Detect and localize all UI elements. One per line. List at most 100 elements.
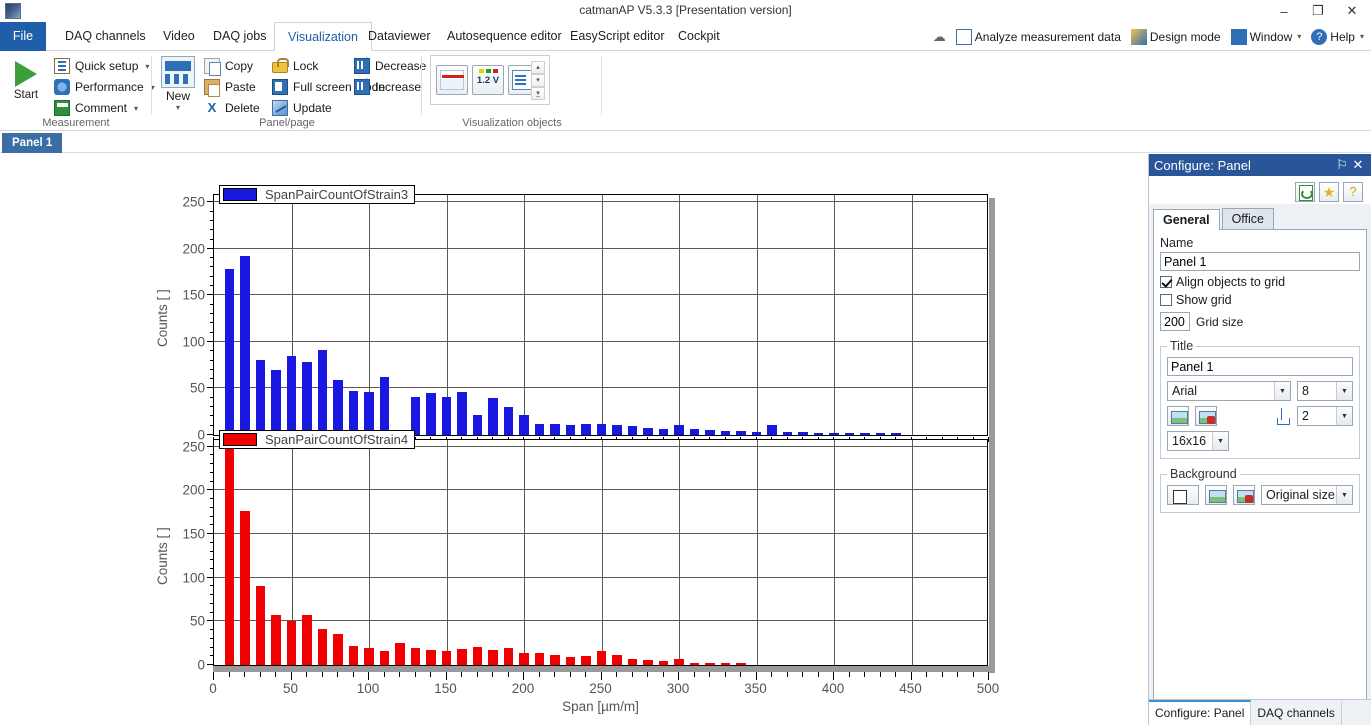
grid-size-input[interactable] bbox=[1160, 312, 1190, 331]
close-button[interactable]: ✕ bbox=[1335, 0, 1369, 22]
legend[interactable]: SpanPairCountOfStrain4 bbox=[219, 430, 416, 449]
x-axis-minor-tick bbox=[647, 672, 648, 677]
x-axis-minor-tick bbox=[693, 672, 695, 677]
quick-setup-button[interactable]: Quick setup ▾ bbox=[52, 56, 150, 76]
align-objects-checkbox[interactable] bbox=[1160, 276, 1172, 288]
digital-display-object-button[interactable]: 1.2 V bbox=[472, 65, 504, 95]
performance-icon bbox=[54, 79, 70, 95]
tab-file[interactable]: File bbox=[0, 22, 46, 51]
show-grid-row[interactable]: Show grid bbox=[1160, 293, 1360, 307]
update-button[interactable]: Update bbox=[270, 98, 390, 118]
graph-object-button[interactable] bbox=[436, 65, 468, 95]
show-grid-checkbox[interactable] bbox=[1160, 294, 1172, 306]
comment-button[interactable]: Comment ▾ bbox=[52, 98, 150, 118]
gridline-vertical bbox=[446, 440, 448, 665]
tab-dataviewer[interactable]: Dataviewer bbox=[355, 22, 444, 51]
background-image-remove-button[interactable] bbox=[1233, 485, 1255, 505]
chevron-down-icon: ▾ bbox=[1297, 32, 1302, 41]
tab-autosequence-editor[interactable]: Autosequence editor bbox=[434, 22, 575, 51]
tab-office[interactable]: Office bbox=[1221, 208, 1274, 229]
gallery-scroll-down-icon[interactable]: ▾ bbox=[531, 74, 545, 87]
performance-button[interactable]: Performance ▾ bbox=[52, 77, 155, 97]
gallery-scroll-buttons: ▴ ▾ ▾̲ bbox=[531, 61, 545, 100]
delete-button[interactable]: X Delete bbox=[202, 98, 264, 118]
gallery-expand-icon[interactable]: ▾̲ bbox=[531, 87, 545, 100]
title-image-button[interactable] bbox=[1167, 406, 1189, 426]
bar bbox=[705, 663, 715, 665]
help-menu-button[interactable]: ? Help ▾ bbox=[1308, 28, 1367, 45]
bottom-tab-daq-channels[interactable]: DAQ channels bbox=[1251, 702, 1342, 725]
gallery-scroll-up-icon[interactable]: ▴ bbox=[531, 61, 545, 74]
title-font-row: Arial ▼ 8 ▼ bbox=[1167, 381, 1353, 401]
led-indicators-icon bbox=[479, 69, 498, 73]
lock-label: Lock bbox=[293, 59, 319, 73]
tab-general[interactable]: General bbox=[1153, 209, 1220, 230]
paste-label: Paste bbox=[225, 80, 256, 94]
name-input[interactable] bbox=[1160, 252, 1360, 271]
y-axis-tick-label: 0 bbox=[197, 657, 205, 673]
window-title: catmanAP V5.3.3 [Presentation version] bbox=[579, 3, 792, 17]
tab-cockpit[interactable]: Cockpit bbox=[665, 22, 733, 51]
ribbon-group-measurement: Start Quick setup ▾ Performance ▾ Commen… bbox=[0, 51, 155, 131]
favorite-button[interactable]: ★ bbox=[1319, 181, 1339, 202]
bar bbox=[550, 654, 560, 665]
window-title-bar: catmanAP V5.3.3 [Presentation version] –… bbox=[0, 0, 1371, 22]
bar bbox=[271, 615, 281, 665]
window-menu-button[interactable]: Window ▾ bbox=[1228, 28, 1305, 45]
font-size-select[interactable]: 8 ▼ bbox=[1297, 381, 1353, 401]
analyze-icon bbox=[955, 28, 972, 45]
x-axis-minor-tick bbox=[352, 672, 354, 677]
play-icon bbox=[15, 61, 37, 87]
minimize-button[interactable]: – bbox=[1267, 0, 1301, 22]
x-axis-minor-tick bbox=[228, 672, 230, 677]
increase-icon bbox=[354, 76, 370, 95]
x-axis-minor-tick bbox=[430, 672, 431, 677]
icon-size-select[interactable]: 16x16 ▼ bbox=[1167, 431, 1229, 451]
analyze-measurement-data-button[interactable]: Analyze measurement data bbox=[953, 28, 1124, 45]
gridline-horizontal bbox=[214, 620, 987, 622]
start-button[interactable]: Start bbox=[6, 55, 46, 101]
design-mode-button[interactable]: Design mode bbox=[1128, 28, 1224, 45]
x-axis-minor-tick bbox=[554, 672, 555, 677]
comment-label: Comment bbox=[75, 101, 128, 115]
bottom-tab-configure-panel[interactable]: Configure: Panel bbox=[1149, 700, 1252, 725]
title-image-remove-button[interactable] bbox=[1195, 406, 1217, 426]
background-image-button[interactable] bbox=[1205, 485, 1227, 505]
x-axis-minor-tick bbox=[538, 672, 540, 677]
design-mode-label: Design mode bbox=[1149, 29, 1221, 44]
configure-panel-tabs: General Office bbox=[1153, 208, 1367, 230]
copy-button[interactable]: Copy bbox=[202, 56, 264, 76]
background-color-button[interactable] bbox=[1167, 485, 1199, 505]
tab-daq-jobs[interactable]: DAQ jobs bbox=[200, 22, 280, 51]
panel-tab-panel-1[interactable]: Panel 1 bbox=[2, 133, 63, 153]
indent-select[interactable]: 2 ▼ bbox=[1297, 406, 1353, 426]
align-objects-row[interactable]: Align objects to grid bbox=[1160, 275, 1360, 289]
tab-daq-channels[interactable]: DAQ channels bbox=[52, 22, 159, 51]
indent-value: 2 bbox=[1302, 409, 1309, 423]
plot-area[interactable]: 0 50 100 150 200 250 bbox=[182, 439, 988, 673]
close-icon[interactable]: ✕ bbox=[1350, 157, 1366, 173]
new-button[interactable]: New ▾ bbox=[156, 55, 200, 112]
cloud-icon[interactable]: ☁ bbox=[930, 29, 949, 45]
pin-icon[interactable]: ⚐ bbox=[1334, 157, 1350, 173]
y-axis-minor-tick bbox=[210, 524, 214, 526]
title-input[interactable] bbox=[1167, 357, 1353, 376]
y-axis-minor-tick bbox=[210, 629, 214, 631]
x-axis-tick-label: 350 bbox=[744, 681, 767, 696]
chevron-down-icon: ▼ bbox=[1336, 407, 1352, 425]
y-axis-tick bbox=[207, 489, 214, 491]
background-fit-select[interactable]: Original size ▼ bbox=[1261, 485, 1353, 505]
x-axis-minor-tick bbox=[926, 672, 927, 677]
help-balloon-button[interactable]: ? bbox=[1343, 181, 1363, 202]
paste-button[interactable]: Paste bbox=[202, 77, 264, 97]
refresh-button[interactable] bbox=[1295, 181, 1315, 202]
tab-easyscript-editor[interactable]: EasyScript editor bbox=[557, 22, 677, 51]
font-family-select[interactable]: Arial ▼ bbox=[1167, 381, 1291, 401]
bar bbox=[395, 643, 405, 665]
gridline-vertical bbox=[369, 440, 370, 665]
y-axis-minor-tick bbox=[210, 602, 214, 604]
group-separator bbox=[601, 56, 602, 115]
bottom-chart[interactable]: 0 50 100 150 200 250 Counts [ ] SpanPairCountOf… bbox=[0, 154, 1148, 725]
y-axis-minor-tick bbox=[210, 506, 214, 508]
maximize-button[interactable]: ❐ bbox=[1301, 0, 1335, 22]
